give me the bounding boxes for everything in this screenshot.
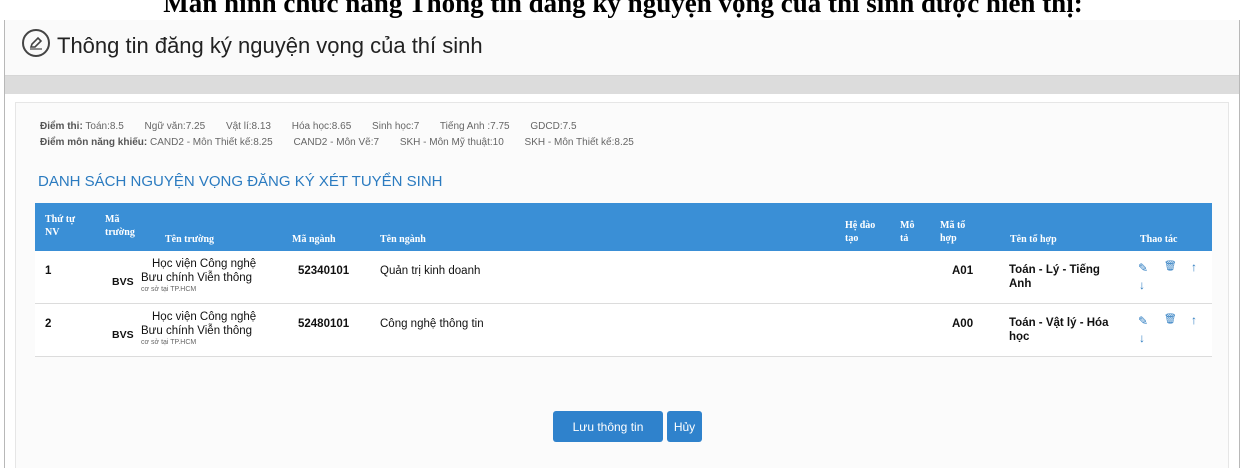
order-cell: 2	[45, 318, 52, 330]
school-code-cell: BVS	[112, 276, 134, 288]
order-cell: 1	[45, 265, 52, 277]
move-up-icon[interactable]: ↑	[1191, 313, 1197, 327]
scores-summary: Điểm thi: Toán:8.5 Ngữ văn:7.25 Vật lí:8…	[40, 119, 652, 151]
exam-score: GDCD:7.5	[530, 121, 577, 132]
school-code-cell: BVS	[112, 329, 134, 341]
col-order: Thứ tự NV	[45, 214, 76, 238]
save-button[interactable]: Lưu thông tin	[553, 411, 663, 442]
major-name-cell: Công nghệ thông tin	[380, 318, 484, 330]
exam-scores-label: Điểm thi:	[40, 121, 83, 132]
col-training: Hệ đào tạo	[845, 220, 876, 244]
trash-icon[interactable]: 🗑	[1164, 314, 1177, 325]
col-combo-code: Mã tổ hợp	[940, 220, 966, 244]
col-school-name: Tên trường	[165, 234, 215, 245]
exam-score: Vật lí:8.13	[225, 121, 271, 132]
aptitude-score: CAND2 - Môn Vẽ:7	[293, 137, 380, 148]
major-name-cell: Quản trị kinh doanh	[380, 265, 481, 277]
aptitude-scores-label: Điểm môn năng khiếu:	[40, 137, 148, 148]
major-code-cell: 52340101	[298, 265, 350, 277]
edit-icon[interactable]: ✎	[1138, 314, 1148, 328]
exam-scores-line: Điểm thi: Toán:8.5 Ngữ văn:7.25 Vật lí:8…	[40, 119, 652, 135]
combo-code-cell: A01	[952, 265, 974, 277]
document-heading-cut: Màn hình chức năng Thông tin đăng ký ngu…	[163, 0, 1083, 18]
trash-icon[interactable]: 🗑	[1164, 261, 1177, 272]
col-actions: Thao tác	[1140, 234, 1178, 245]
page-header: Thông tin đăng ký nguyện vọng của thí si…	[5, 20, 1239, 76]
col-combo-name: Tên tổ hợp	[1010, 234, 1057, 245]
aptitude-score: SKH - Môn Mỹ thuật:10	[399, 137, 504, 148]
aptitude-score: SKH - Môn Thiết kế:8.25	[524, 137, 634, 148]
cancel-button[interactable]: Hủy	[667, 411, 702, 442]
edit-icon[interactable]: ✎	[1138, 261, 1148, 275]
exam-score: Ngữ văn:7.25	[144, 121, 206, 132]
major-code-cell: 52480101	[298, 318, 350, 330]
aptitude-scores-line: Điểm môn năng khiếu: CAND2 - Môn Thiết k…	[40, 135, 652, 151]
combo-code-cell: A00	[952, 318, 974, 330]
table-row: 2 BVS Học viện Công nghệ Bưu chính Viễn …	[35, 304, 1212, 357]
exam-score: Hóa học:8.65	[291, 121, 352, 132]
move-down-icon[interactable]: ↓	[1139, 278, 1145, 292]
move-up-icon[interactable]: ↑	[1191, 260, 1197, 274]
content-panel: Điểm thi: Toán:8.5 Ngữ văn:7.25 Vật lí:8…	[15, 102, 1229, 468]
edit-icon	[22, 29, 50, 57]
combo-name-cell: Toán - Lý - Tiếng Anh	[1009, 264, 1100, 290]
school-name-cell: Học viện Công nghệ Bưu chính Viễn thông …	[141, 258, 257, 293]
table-row: 1 BVS Học viện Công nghệ Bưu chính Viễn …	[35, 251, 1212, 304]
page-title: Thông tin đăng ký nguyện vọng của thí si…	[57, 33, 483, 58]
aptitude-score: CAND2 - Môn Thiết kế:8.25	[150, 137, 273, 148]
move-down-icon[interactable]: ↓	[1139, 331, 1145, 345]
combo-name-cell: Toán - Vật lý - Hóa học	[1009, 317, 1109, 343]
header-divider-band	[5, 76, 1239, 94]
exam-score: Sinh học:7	[372, 121, 420, 132]
app-frame: Thông tin đăng ký nguyện vọng của thí si…	[4, 20, 1240, 468]
exam-score: Tiếng Anh :7.75	[439, 121, 510, 132]
col-school-code: Mã trường	[105, 214, 135, 238]
col-major-name: Tên ngành	[380, 234, 426, 245]
list-title: DANH SÁCH NGUYỆN VỌNG ĐĂNG KÝ XÉT TUYỂN …	[38, 173, 443, 190]
col-major-code: Mã ngành	[292, 234, 336, 245]
col-description: Mô tả	[900, 220, 915, 244]
wish-list-table: Thứ tự NV Mã trường Tên trường Mã ngành Tê…	[35, 203, 1212, 357]
table-header: Thứ tự NV Mã trường Tên trường Mã ngành Tê…	[35, 203, 1212, 251]
exam-score: Toán:8.5	[85, 121, 124, 132]
school-name-cell: Học viện Công nghệ Bưu chính Viễn thông …	[141, 311, 257, 346]
